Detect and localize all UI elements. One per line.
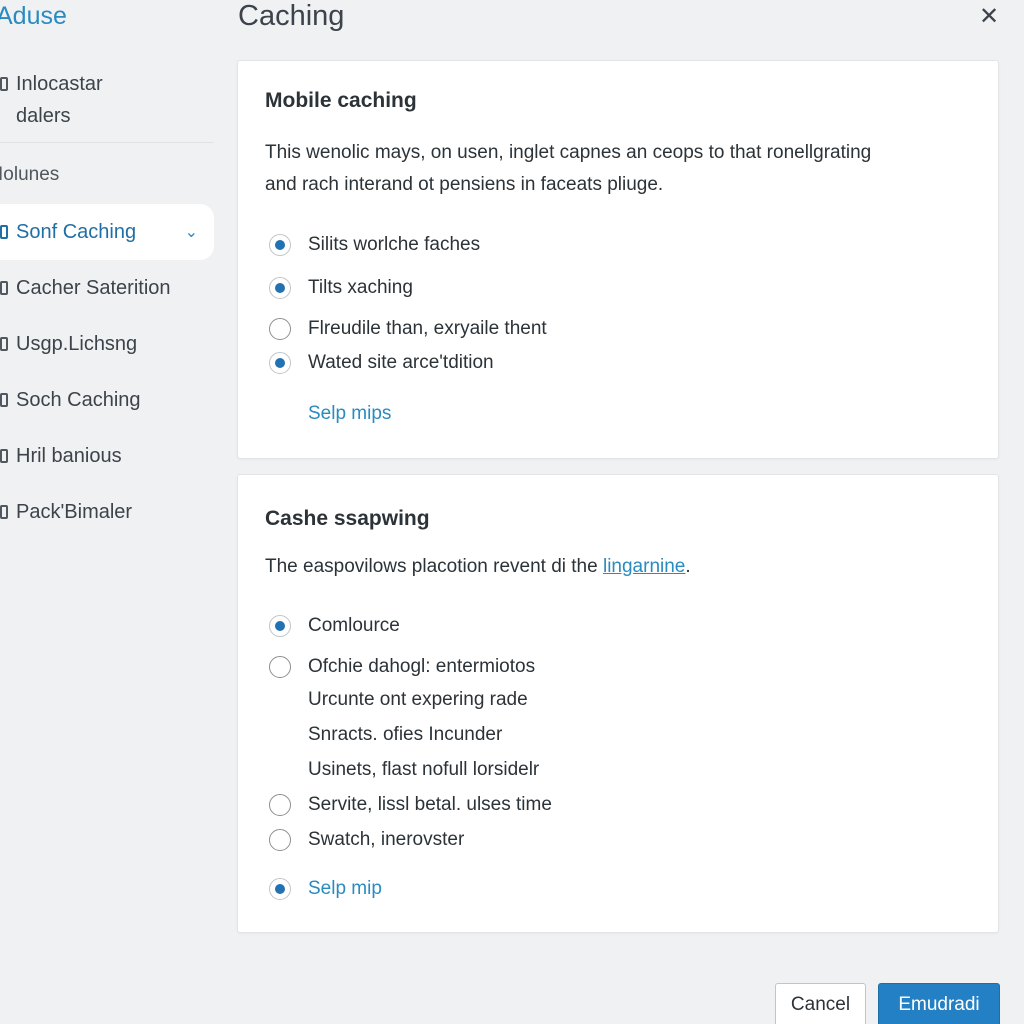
sidebar-item-label: Usgp.Lichsng: [16, 332, 138, 355]
sidebar-group-label: Iolunes: [0, 164, 60, 185]
radio-label: Swatch, inerovster: [308, 829, 465, 850]
sidebar-item-label: Sonf Caching: [16, 220, 137, 243]
option-sub-line: Snracts. ofies Incunder: [308, 724, 503, 745]
radio-option[interactable]: Tilts xaching: [269, 274, 413, 302]
close-icon[interactable]: ✕: [976, 4, 1002, 30]
radio-option[interactable]: Wated site arce'tdition: [269, 349, 494, 377]
document-icon: [0, 505, 8, 519]
radio-button[interactable]: [269, 277, 291, 299]
radio-label: Servite, lissl betal. ulses time: [308, 794, 552, 815]
document-icon: [0, 337, 8, 351]
card-description-line1: This wenolic mays, on usen, inglet capne…: [265, 142, 872, 163]
document-icon: [0, 77, 8, 91]
page-title: Caching: [238, 0, 345, 32]
sidebar-header: Inlocastar dalers: [0, 68, 214, 143]
radio-button[interactable]: [269, 829, 291, 851]
primary-button[interactable]: Emudradi: [878, 983, 1000, 1024]
radio-label: Ofchie dahogl: entermiotos: [308, 656, 536, 677]
card-description-text: The easpovilows placotion revent di the: [265, 556, 603, 577]
radio-option[interactable]: Ofchie dahogl: entermiotos: [269, 653, 535, 681]
radio-button[interactable]: [269, 234, 291, 256]
app-window: Aduse Inlocastar dalers Iolunes Sonf Cac…: [0, 0, 1024, 1024]
sidebar-item-usgp-lichsng[interactable]: Usgp.Lichsng: [0, 316, 214, 372]
help-link[interactable]: Selp mips: [308, 403, 391, 425]
card-description: The easpovilows placotion revent di the …: [265, 551, 985, 583]
document-icon: [0, 225, 8, 239]
sidebar-item-soch-caching[interactable]: Soch Caching: [0, 372, 214, 428]
help-link[interactable]: Selp mip: [308, 878, 382, 900]
radio-option-help[interactable]: Selp mip: [269, 875, 382, 903]
sidebar-item-label: Pack'Bimaler: [16, 500, 133, 523]
sidebar-header-line2: dalers: [16, 105, 71, 127]
cache-swapping-card: Cashe ssapwing The easpovilows placotion…: [237, 474, 999, 933]
radio-label: Silits worlche faches: [308, 234, 481, 255]
sidebar-item-label: Hril banious: [16, 444, 122, 467]
radio-option[interactable]: Servite, lissl betal. ulses time: [269, 791, 552, 819]
document-icon: [0, 281, 8, 295]
radio-option[interactable]: Silits worlche faches: [269, 231, 480, 259]
document-icon: [0, 393, 8, 407]
radio-button[interactable]: [269, 878, 291, 900]
brand-logo[interactable]: Aduse: [0, 2, 67, 31]
sidebar: Aduse Inlocastar dalers Iolunes Sonf Cac…: [0, 0, 222, 1024]
sidebar-header-line1: Inlocastar: [16, 72, 103, 95]
radio-option[interactable]: Swatch, inerovster: [269, 826, 464, 854]
chevron-down-icon[interactable]: ⌄: [185, 222, 198, 242]
cancel-button[interactable]: Cancel: [775, 983, 866, 1024]
radio-button[interactable]: [269, 615, 291, 637]
radio-label: Tilts xaching: [308, 277, 413, 298]
sidebar-item-cacher-saterition[interactable]: Cacher Saterition: [0, 260, 214, 316]
sidebar-item-label: Soch Caching: [16, 388, 141, 411]
mobile-caching-card: Mobile caching This wenolic mays, on use…: [237, 60, 999, 459]
radio-option[interactable]: Comlource: [269, 612, 400, 640]
sidebar-item-pack-bimaler[interactable]: Pack'Bimaler: [0, 484, 214, 540]
radio-button[interactable]: [269, 794, 291, 816]
sidebar-nav: Sonf Caching ⌄ Cacher Saterition Usgp.Li…: [0, 204, 214, 540]
description-link[interactable]: lingarnine: [603, 556, 685, 577]
radio-label: Wated site arce'tdition: [308, 352, 494, 373]
card-title: Cashe ssapwing: [265, 507, 430, 530]
radio-label: Comlource: [308, 615, 400, 636]
radio-button[interactable]: [269, 656, 291, 678]
document-icon: [0, 449, 8, 463]
radio-button[interactable]: [269, 318, 291, 340]
sidebar-item-hril-banious[interactable]: Hril banious: [0, 428, 214, 484]
sidebar-header-row: Inlocastar: [0, 68, 214, 100]
card-description-end: .: [685, 556, 691, 577]
card-description-line2: and rach interand ot pensiens in faceats…: [265, 174, 664, 195]
radio-label: Flreudile than, exryaile thent: [308, 318, 547, 339]
card-description: This wenolic mays, on usen, inglet capne…: [265, 137, 985, 201]
radio-button[interactable]: [269, 352, 291, 374]
sidebar-item-label: Cacher Saterition: [16, 276, 171, 299]
card-title: Mobile caching: [265, 89, 417, 112]
option-sub-line: Urcunte ont expering rade: [308, 689, 528, 710]
radio-option[interactable]: Flreudile than, exryaile thent: [269, 315, 547, 343]
sidebar-item-sonf-caching[interactable]: Sonf Caching ⌄: [0, 204, 214, 260]
option-sub-line: Usinets, flast nofull lorsidelr: [308, 759, 540, 780]
